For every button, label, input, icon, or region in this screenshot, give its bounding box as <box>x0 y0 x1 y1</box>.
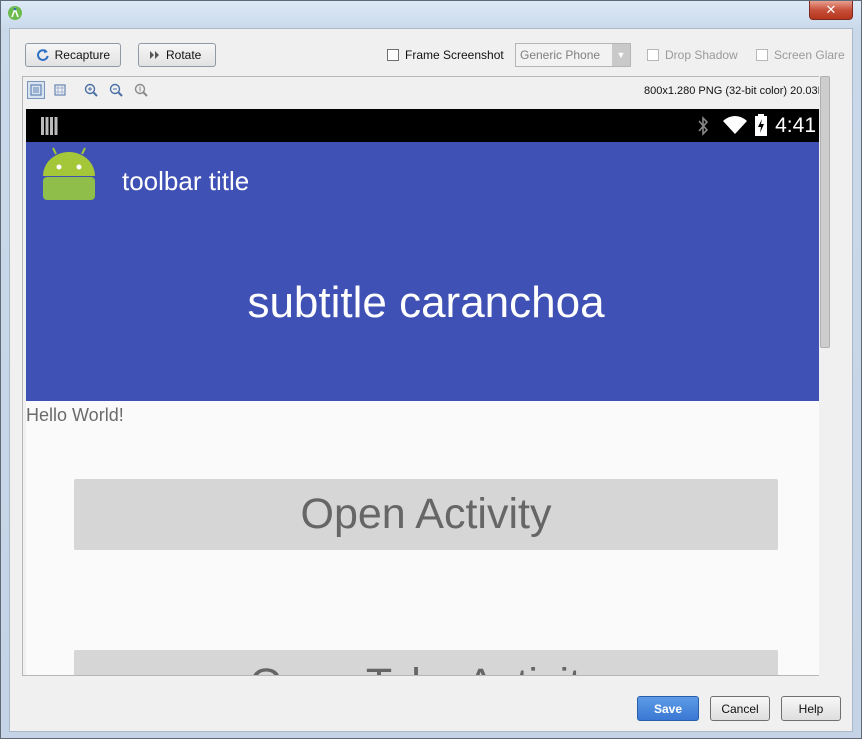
rotate-label: Rotate <box>166 48 202 62</box>
device-select[interactable]: Generic Phone ▼ <box>515 43 631 67</box>
save-label: Save <box>653 701 683 716</box>
title-bar: ✕ <box>1 1 861 27</box>
dialog-content: Recapture Rotate Frame Screenshot Generi… <box>9 28 853 732</box>
checkbox-box[interactable] <box>756 49 768 61</box>
vertical-scrollbar[interactable] <box>819 76 831 676</box>
drop-shadow-checkbox[interactable]: Drop Shadow <box>647 48 738 62</box>
checkbox-box[interactable] <box>647 49 659 61</box>
device-select-value: Generic Phone <box>520 48 601 62</box>
rotate-icon <box>150 51 159 59</box>
actual-size-icon[interactable] <box>51 81 69 99</box>
screen-glare-checkbox[interactable]: Screen Glare <box>756 48 845 62</box>
help-button[interactable]: Help <box>781 696 841 721</box>
zoom-in-icon[interactable] <box>82 81 100 99</box>
battery-icon <box>755 114 767 136</box>
toolbar-title: toolbar title <box>122 166 250 196</box>
dropdown-arrow-icon[interactable]: ▼ <box>612 44 630 66</box>
screenshot-dialog: ✕ Recapture Rotate Frame Screenshot Gene… <box>0 0 862 739</box>
zoom-out-icon[interactable] <box>107 81 125 99</box>
wifi-icon <box>723 116 747 134</box>
close-button[interactable]: ✕ <box>809 1 853 20</box>
recapture-label: Recapture <box>54 48 110 62</box>
open-tabs-activity-label: Open Tabs Activity <box>250 660 603 675</box>
cancel-button[interactable]: Cancel <box>710 696 770 721</box>
open-tabs-activity-button[interactable]: Open Tabs Activity <box>74 650 778 675</box>
frame-screenshot-checkbox[interactable]: Frame Screenshot <box>387 48 504 62</box>
save-button[interactable]: Save <box>637 696 699 721</box>
bluetooth-icon <box>698 116 709 136</box>
app-bar: toolbar title subtitle caranchoa <box>26 142 826 401</box>
screenshot-preview-panel: 800x1.280 PNG (32-bit color) 20.03K 4:41… <box>22 76 830 676</box>
open-activity-button[interactable]: Open Activity <box>74 479 778 550</box>
android-studio-icon <box>8 6 22 20</box>
device-screenshot: 4:41 toolbar title subtitle caranchoa He… <box>26 109 826 675</box>
view-toolbar: 800x1.280 PNG (32-bit color) 20.03K <box>23 77 829 105</box>
cancel-label: Cancel <box>721 701 759 716</box>
screen-glare-label: Screen Glare <box>774 48 845 62</box>
recapture-button[interactable]: Recapture <box>25 43 121 67</box>
refresh-icon <box>37 49 49 61</box>
checkbox-box[interactable] <box>387 49 399 61</box>
subtitle-text: subtitle caranchoa <box>247 278 605 327</box>
zoom-actual-icon[interactable] <box>132 81 150 99</box>
android-status-bar: 4:41 <box>26 109 826 142</box>
scrollbar-thumb[interactable] <box>820 76 830 348</box>
fit-to-window-icon[interactable] <box>27 81 45 99</box>
drop-shadow-label: Drop Shadow <box>665 48 738 62</box>
status-time: 4:41 <box>775 114 816 137</box>
close-icon: ✕ <box>825 2 837 17</box>
notification-icon <box>41 117 58 135</box>
android-logo-icon <box>43 147 95 200</box>
open-activity-label: Open Activity <box>300 490 552 538</box>
frame-screenshot-label: Frame Screenshot <box>405 48 504 62</box>
help-label: Help <box>798 701 824 716</box>
image-info-text: 800x1.280 PNG (32-bit color) 20.03K <box>644 85 825 97</box>
hello-world-text: Hello World! <box>26 405 124 425</box>
rotate-button[interactable]: Rotate <box>138 43 216 67</box>
